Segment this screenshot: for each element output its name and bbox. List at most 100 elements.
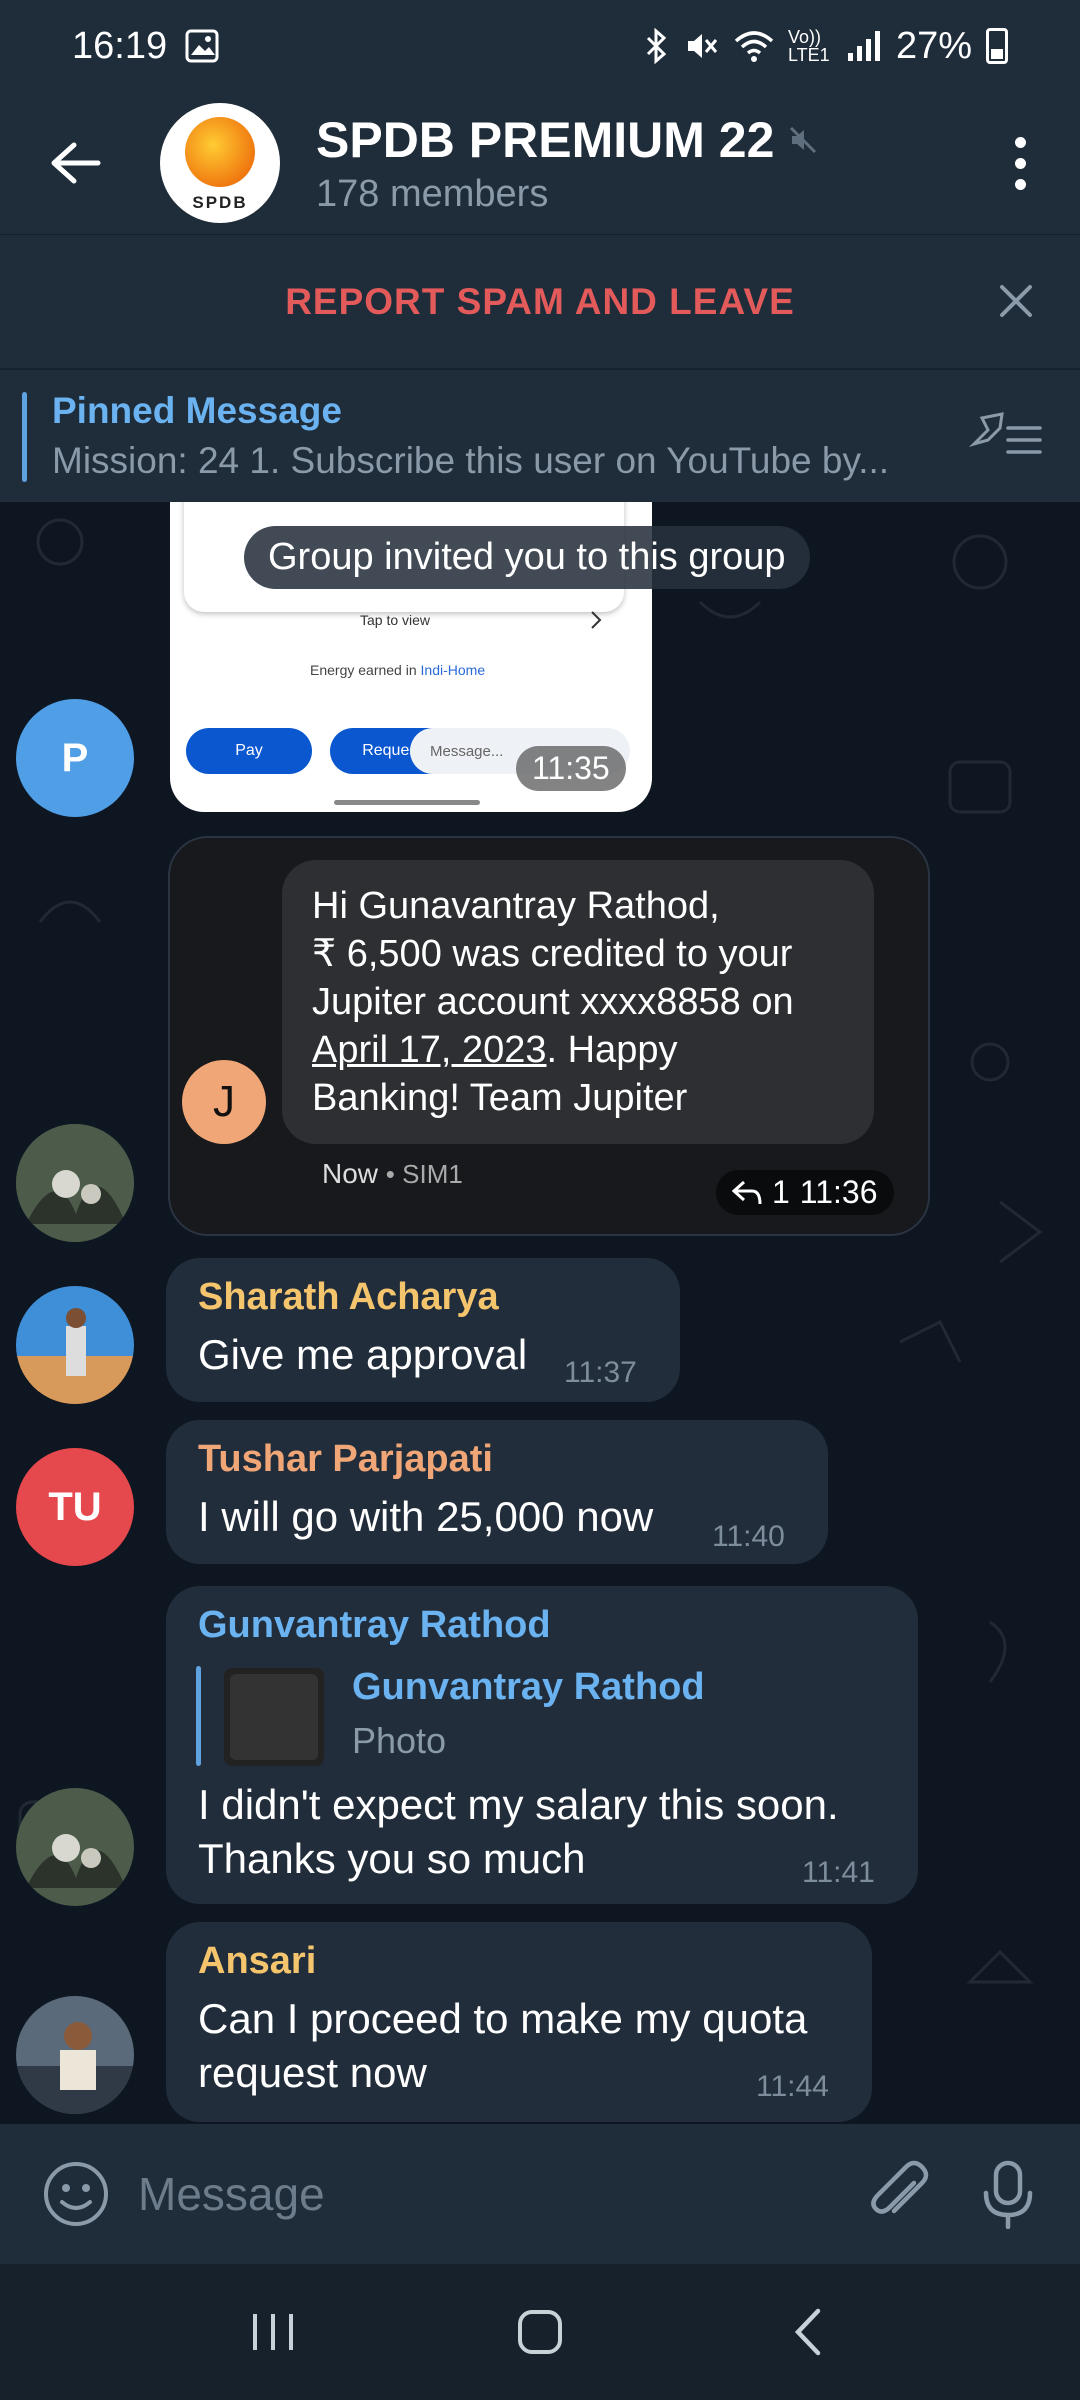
- home-button[interactable]: [505, 2302, 575, 2362]
- chevron-left-icon: [794, 2308, 820, 2356]
- reply-indicator: [196, 1666, 201, 1766]
- mute-icon: [687, 34, 718, 58]
- sms-line: Hi Gunavantray Rathod,: [312, 885, 720, 927]
- message-line: I didn't expect my salary this soon.: [198, 1781, 839, 1828]
- sender-name: Gunvantray Rathod: [198, 1604, 551, 1646]
- sms-date-link: April 17, 2023: [312, 1029, 547, 1071]
- status-bar: 16:19 Vo)) LTE1 27%: [0, 0, 1080, 92]
- chat-header: SPDB SPDB PREMIUM 22 178 members: [0, 92, 1080, 234]
- sender-name: Ansari: [198, 1940, 317, 1982]
- avatar[interactable]: P: [16, 699, 134, 817]
- logo-text: SPDB: [192, 193, 248, 212]
- signal-icon: [847, 31, 880, 61]
- message-line: Can I proceed to make my quota: [198, 1995, 808, 2042]
- avatar[interactable]: [16, 1996, 134, 2114]
- message-text: I will go with 25,000 now: [198, 1493, 654, 1540]
- dot-icon: [1014, 178, 1026, 190]
- battery-icon: [986, 28, 1008, 64]
- message-input[interactable]: Message: [138, 2167, 864, 2221]
- reply-count-chip[interactable]: 1 11:36: [716, 1170, 894, 1215]
- message-time: 11:35: [516, 746, 626, 791]
- report-spam-bar: REPORT SPAM AND LEAVE: [0, 234, 1080, 368]
- sms-line: April 17, 2023. Happy: [312, 1026, 844, 1074]
- reply-thumbnail: [224, 1668, 324, 1766]
- spdb-logo-icon: [185, 117, 255, 187]
- bluetooth-icon: [646, 28, 667, 64]
- group-avatar[interactable]: SPDB: [160, 103, 280, 223]
- chevron-right-icon: [591, 611, 602, 629]
- reply-icon: [732, 1180, 762, 1204]
- reply-preview[interactable]: Gunvantray Rathod Photo: [196, 1666, 856, 1770]
- chat-area[interactable]: P Tap to view Energy earned in Indi-Home…: [0, 502, 1080, 2124]
- avatar[interactable]: [16, 1124, 134, 1242]
- message-line: Thanks you so much: [198, 1835, 586, 1882]
- muted-speaker-icon: [790, 126, 817, 153]
- report-spam-button[interactable]: REPORT SPAM AND LEAVE: [285, 281, 795, 323]
- home-icon: [517, 2310, 562, 2354]
- sms-meta-sim: • SIM1: [385, 1159, 463, 1189]
- pinned-title: Pinned Message: [52, 390, 342, 431]
- more-options-button[interactable]: [1000, 136, 1040, 190]
- sms-text-bubble: Hi Gunavantray Rathod, ₹ 6,500 was credi…: [282, 860, 874, 1144]
- message-time: 11:40: [712, 1520, 785, 1553]
- message-bubble[interactable]: Gunvantray Rathod Gunvantray Rathod Phot…: [166, 1586, 918, 1904]
- battery-percent: 27%: [895, 24, 972, 67]
- arrow-left-icon: [51, 142, 101, 184]
- system-nav-bar: [0, 2264, 1080, 2400]
- back-nav-button[interactable]: [772, 2302, 842, 2362]
- back-button[interactable]: [36, 123, 116, 203]
- message-time: 11:36: [799, 1174, 878, 1210]
- reply-sender: Gunvantray Rathod: [352, 1666, 705, 1708]
- message-time: 11:44: [756, 2070, 829, 2103]
- recent-apps-button[interactable]: [238, 2302, 308, 2362]
- dot-icon: [1014, 136, 1026, 148]
- message-bubble[interactable]: Sharath Acharya Give me approval 11:37: [166, 1258, 680, 1402]
- profile-photo: [16, 1286, 134, 1404]
- message-bubble[interactable]: Tushar Parjapati I will go with 25,000 n…: [166, 1420, 828, 1564]
- sms-line: ₹ 6,500 was credited to your: [312, 933, 793, 975]
- reply-type: Photo: [352, 1720, 447, 1761]
- sms-line-rest: . Happy: [546, 1029, 678, 1071]
- pin-list-icon[interactable]: [968, 410, 1044, 466]
- message-time: 11:41: [802, 1856, 875, 1889]
- close-icon[interactable]: [988, 273, 1044, 329]
- sender-name: Tushar Parjapati: [198, 1438, 493, 1480]
- recent-apps-icon: [253, 2314, 294, 2350]
- pinned-message-bar[interactable]: Pinned Message Mission: 24 1. Subscribe …: [0, 368, 1080, 502]
- status-time: 16:19: [72, 24, 168, 67]
- message-text: Can I proceed to make my quota request n…: [198, 1992, 807, 2100]
- message-time: 11:37: [564, 1356, 637, 1389]
- paperclip-icon[interactable]: [864, 2159, 934, 2229]
- sms-meta: Now • SIM1: [322, 1158, 463, 1190]
- sms-sender-avatar: J: [182, 1060, 266, 1144]
- avatar[interactable]: [16, 1788, 134, 1906]
- pinned-text: Mission: 24 1. Subscribe this user on Yo…: [52, 440, 890, 481]
- energy-text: Energy earned in Indi-Home: [310, 662, 486, 678]
- message-bubble[interactable]: Ansari Can I proceed to make my quota re…: [166, 1922, 872, 2122]
- reply-count: 1: [772, 1174, 790, 1210]
- emoji-icon[interactable]: [42, 2160, 110, 2228]
- wifi-icon: [734, 31, 774, 62]
- message-line: request now: [198, 2049, 427, 2096]
- sender-name: Sharath Acharya: [198, 1276, 499, 1318]
- message-text: I didn't expect my salary this soon. Tha…: [198, 1778, 839, 1886]
- gallery-icon: [185, 29, 219, 63]
- microphone-icon[interactable]: [978, 2159, 1038, 2229]
- avatar[interactable]: [16, 1286, 134, 1404]
- message-input-bar: Message: [0, 2124, 1080, 2264]
- pinned-indicator: [22, 392, 27, 482]
- tap-to-view-text: Tap to view: [360, 612, 431, 628]
- header-info[interactable]: SPDB PREMIUM 22 178 members: [316, 111, 818, 216]
- volte-label: Vo)) LTE1: [787, 27, 830, 65]
- group-title: SPDB PREMIUM 22: [316, 111, 775, 168]
- sms-screenshot-message[interactable]: J Hi Gunavantray Rathod, ₹ 6,500 was cre…: [168, 836, 930, 1236]
- sms-line: Jupiter account xxxx8858 on: [312, 981, 794, 1023]
- sms-meta-now: Now: [322, 1158, 379, 1189]
- system-message: Group invited you to this group: [244, 526, 810, 589]
- home-indicator: [334, 800, 480, 805]
- message-text: Give me approval: [198, 1331, 528, 1378]
- sms-line: Banking! Team Jupiter: [312, 1077, 688, 1119]
- dot-icon: [1014, 157, 1026, 169]
- avatar[interactable]: TU: [16, 1448, 134, 1566]
- profile-photo: [16, 1124, 134, 1242]
